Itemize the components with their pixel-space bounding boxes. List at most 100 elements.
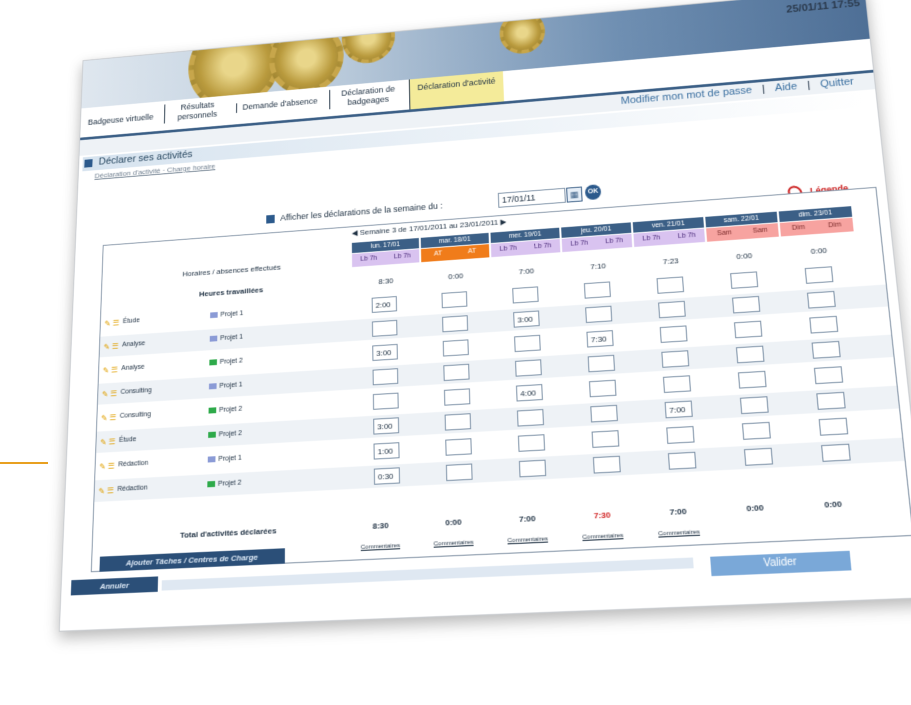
time-input[interactable] — [661, 350, 690, 368]
time-input[interactable]: 3:00 — [513, 310, 540, 328]
ok-button[interactable]: OK — [584, 184, 602, 201]
row-action-icons[interactable]: ✎ ☰ — [99, 462, 114, 472]
time-input[interactable] — [585, 305, 613, 324]
time-input[interactable] — [743, 447, 774, 466]
time-input[interactable]: 3:00 — [373, 417, 400, 435]
time-input[interactable] — [811, 340, 841, 359]
row-action-icons[interactable]: ✎ ☰ — [104, 319, 119, 328]
worked-hours-value: 8:30 — [378, 276, 394, 286]
total-value: 7:00 — [669, 506, 687, 517]
row-action-icons[interactable]: ✎ ☰ — [101, 413, 116, 423]
cancel-button[interactable]: Annuler — [70, 576, 159, 596]
time-input[interactable] — [658, 300, 686, 319]
row-action-icons[interactable]: ✎ ☰ — [98, 486, 114, 496]
comments-link[interactable]: Commentaires — [361, 543, 400, 551]
schedule-am: Lb 7h — [633, 231, 670, 247]
time-input[interactable] — [806, 290, 836, 309]
time-input[interactable] — [592, 455, 621, 474]
time-input[interactable] — [583, 281, 611, 299]
time-input[interactable] — [667, 451, 697, 470]
time-input[interactable] — [445, 463, 473, 482]
time-input[interactable]: 3:00 — [372, 343, 398, 361]
time-input[interactable] — [444, 413, 472, 431]
time-input[interactable] — [809, 315, 839, 334]
time-input[interactable]: 2:00 — [371, 296, 398, 313]
comments-link[interactable]: Commentaires — [658, 529, 700, 537]
time-input[interactable]: 1:00 — [373, 442, 400, 460]
time-input[interactable] — [443, 388, 471, 406]
time-input[interactable] — [662, 375, 692, 393]
time-input[interactable] — [804, 266, 834, 284]
time-input[interactable]: 4:00 — [515, 384, 543, 402]
time-input[interactable] — [818, 417, 849, 436]
time-input[interactable] — [512, 286, 539, 304]
tab-absence[interactable]: Demande d'absence — [236, 96, 318, 113]
tab-badgeages[interactable]: Déclaration de badgeages — [329, 83, 401, 110]
time-input[interactable]: 7:00 — [664, 400, 693, 419]
time-input[interactable] — [441, 291, 468, 309]
time-input[interactable] — [656, 276, 685, 294]
project-icon — [208, 383, 217, 390]
time-input[interactable] — [733, 320, 763, 339]
time-input[interactable] — [816, 391, 846, 410]
time-input[interactable] — [516, 409, 545, 427]
time-input[interactable] — [517, 434, 546, 452]
row-action-icons[interactable]: ✎ ☰ — [103, 342, 118, 351]
time-input[interactable] — [372, 392, 399, 410]
task-name: Étude — [118, 436, 137, 444]
time-input[interactable] — [741, 421, 771, 440]
week-date-input[interactable]: 17/01/11 — [497, 187, 566, 208]
time-input[interactable] — [372, 368, 399, 386]
time-input[interactable] — [371, 319, 398, 337]
time-input[interactable] — [514, 334, 541, 353]
time-input[interactable] — [659, 325, 688, 343]
total-value: 0:00 — [445, 517, 462, 528]
comments-link[interactable]: Commentaires — [507, 536, 548, 544]
time-input[interactable] — [666, 426, 695, 444]
schedule-pm: Lb 7h — [596, 233, 633, 250]
quit-link[interactable]: Quitter — [810, 75, 865, 91]
time-input[interactable] — [730, 271, 759, 289]
validate-button[interactable]: Valider — [710, 550, 852, 577]
time-input[interactable] — [813, 366, 844, 385]
calendar-icon[interactable]: ▦ — [566, 186, 583, 203]
project-icon — [209, 335, 218, 342]
time-input[interactable]: 7:30 — [586, 330, 614, 348]
time-input[interactable] — [515, 359, 542, 377]
checkbox-icon[interactable] — [266, 214, 275, 224]
worked-hours-value: 0:00 — [810, 245, 828, 256]
time-input[interactable] — [587, 354, 616, 373]
time-input[interactable] — [443, 363, 470, 382]
row-action-icons[interactable]: ✎ ☰ — [100, 437, 115, 447]
schedule-am: Lb 7h — [490, 241, 526, 258]
tab-badgeuse[interactable]: Badgeuse virtuelle — [88, 112, 154, 127]
schedule-pm: Lb 7h — [668, 228, 706, 245]
time-input[interactable] — [735, 345, 765, 364]
time-input[interactable] — [590, 404, 618, 423]
time-input[interactable] — [588, 379, 617, 398]
time-input[interactable] — [591, 430, 620, 448]
time-input[interactable] — [821, 443, 851, 462]
gear-graphic — [341, 10, 396, 66]
project-label: Projet 2 — [217, 479, 242, 488]
tab-resultats[interactable]: Résultats personnels — [163, 99, 225, 124]
time-input[interactable] — [518, 459, 547, 478]
project-label: Projet 1 — [218, 454, 242, 463]
section-square-icon — [84, 159, 93, 168]
project-icon — [208, 407, 217, 414]
comments-link[interactable]: Commentaires — [434, 540, 474, 548]
project-icon — [209, 359, 217, 366]
row-action-icons[interactable]: ✎ ☰ — [102, 389, 117, 398]
add-tasks-button[interactable]: Ajouter Tâches / Centres de Charge — [99, 548, 285, 572]
time-input[interactable] — [445, 438, 472, 456]
time-input[interactable]: 0:30 — [373, 467, 401, 485]
help-link[interactable]: Aide — [764, 80, 807, 95]
time-input[interactable] — [739, 396, 769, 415]
time-input[interactable] — [732, 295, 761, 314]
time-input[interactable] — [737, 370, 767, 389]
time-input[interactable] — [442, 315, 469, 333]
schedule-pm: Dim — [815, 217, 854, 234]
row-action-icons[interactable]: ✎ ☰ — [103, 366, 118, 375]
time-input[interactable] — [442, 339, 469, 357]
comments-link[interactable]: Commentaires — [582, 533, 623, 541]
